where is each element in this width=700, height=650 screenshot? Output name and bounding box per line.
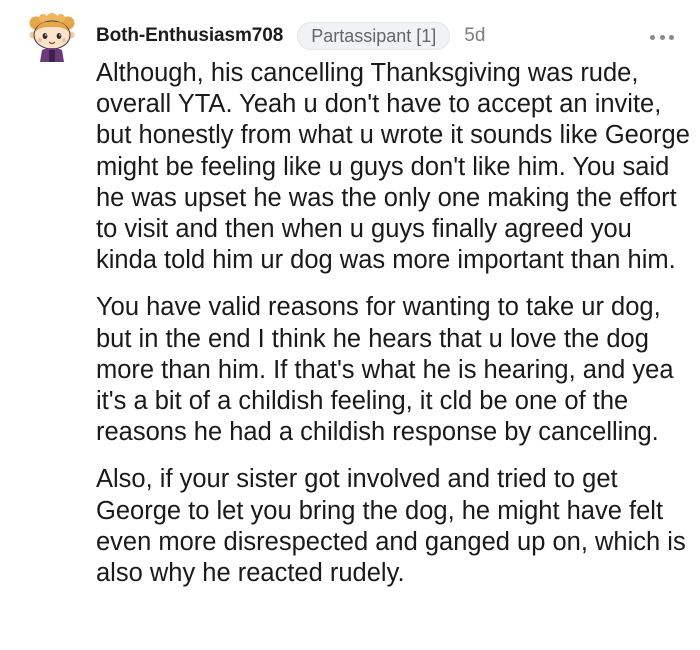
- comment-header: Both-Enthusiasm708 Partassipant [1] 5d: [96, 20, 485, 52]
- menu-dot: [669, 34, 674, 40]
- comment-paragraph: Also, if your sister got involved and tr…: [96, 465, 686, 588]
- more-options-icon[interactable]: [650, 33, 674, 41]
- snoo-avatar-icon: [29, 13, 75, 62]
- user-avatar[interactable]: [27, 10, 77, 62]
- comment-paragraph: Although, his cancelling Thanksgiving wa…: [96, 59, 690, 275]
- comment-body: Although, his cancelling Thanksgiving wa…: [96, 58, 696, 605]
- comment-paragraph: You have valid reasons for wanting to ta…: [96, 293, 674, 447]
- username[interactable]: Both-Enthusiasm708: [96, 25, 283, 47]
- menu-dot: [650, 34, 655, 40]
- comment: Both-Enthusiasm708 Partassipant [1] 5d A…: [0, 0, 700, 650]
- user-flair: Partassipant [1]: [297, 22, 451, 50]
- menu-dot: [659, 34, 665, 40]
- comment-age: 5d: [464, 25, 486, 46]
